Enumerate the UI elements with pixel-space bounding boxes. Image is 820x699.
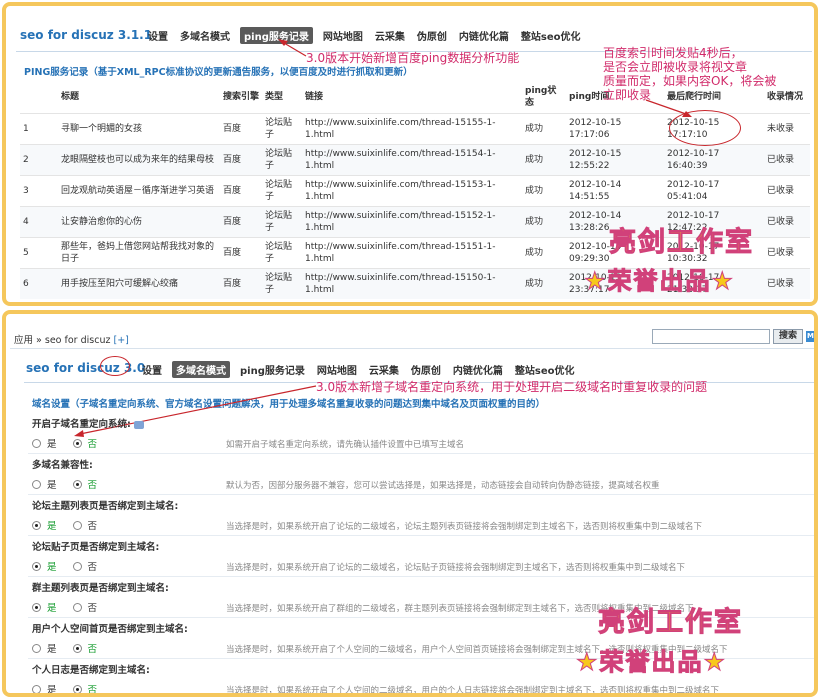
setting-label-text: 个人日志是否绑定到主域名:: [32, 665, 150, 676]
setting-label-text: 论坛贴子页是否绑定到主域名:: [32, 542, 160, 553]
radio-yes-label[interactable]: 是: [47, 436, 57, 450]
radio-yes-label[interactable]: 是: [47, 682, 57, 693]
crawl-time-highlight: [669, 110, 741, 146]
setting-description: 如需开启子域名重定向系统，请先确认插件设置中已填写主域名: [226, 440, 465, 450]
setting-label: 论坛主题列表页是否绑定到主域名:: [32, 498, 812, 512]
setting-label: 群主题列表页是否绑定到主域名:: [32, 580, 812, 594]
domain-settings-panel: 应用 » seo for discuz [+] 搜索 MA seo for di…: [2, 310, 818, 697]
radio-no[interactable]: [72, 561, 82, 571]
radio-no-label[interactable]: 否: [88, 559, 98, 573]
field-divider: [28, 576, 814, 577]
field-divider: [28, 453, 814, 454]
radio-yes-label[interactable]: 是: [47, 641, 57, 655]
radio-no-label[interactable]: 否: [88, 682, 98, 693]
screenshot-stage: seo for discuz 3.1.1 设置 多域名模式 ping服务记录 网站地图…: [0, 0, 820, 699]
radio-no-label[interactable]: 否: [88, 641, 98, 655]
radio-no[interactable]: [72, 684, 82, 693]
ping-records-panel: seo for discuz 3.1.1 设置 多域名模式 ping服务记录 网站地图…: [2, 2, 818, 306]
radio-yes[interactable]: [32, 602, 41, 612]
radio-no[interactable]: [72, 602, 82, 612]
radio-no-label[interactable]: 否: [88, 518, 98, 532]
radio-no[interactable]: [72, 438, 82, 448]
studio-stamp-line1: 亮剑工作室: [598, 607, 743, 639]
setting-label-text: 用户个人空间首页是否绑定到主域名:: [32, 624, 188, 635]
setting-label: 开启子域名重定向系统:: [32, 416, 812, 430]
field-divider: [28, 494, 814, 495]
radio-no[interactable]: [72, 479, 82, 489]
help-icon[interactable]: [133, 420, 144, 429]
setting-description: 当选择是时，如果系统开启了论坛的二级域名，论坛贴子页链接将会强制绑定到主域名下，…: [226, 563, 686, 573]
radio-yes[interactable]: [32, 684, 41, 693]
radio-yes[interactable]: [32, 438, 41, 448]
radio-no[interactable]: [72, 520, 82, 530]
radio-no-label[interactable]: 否: [88, 477, 98, 491]
radio-yes[interactable]: [32, 479, 41, 489]
setting-label-text: 开启子域名重定向系统:: [32, 419, 131, 430]
setting-label: 多域名兼容性:: [32, 457, 812, 471]
field-divider: [28, 535, 814, 536]
setting-description: 当选择是时，如果系统开启了论坛的二级域名，论坛主题列表页链接将会强制绑定到主域名…: [226, 522, 703, 532]
radio-yes-label[interactable]: 是: [47, 600, 57, 614]
studio-stamp-line2: ★荣誉出品★: [575, 648, 728, 677]
radio-yes-label[interactable]: 是: [47, 559, 57, 573]
setting-label: 论坛贴子页是否绑定到主域名:: [32, 539, 812, 553]
radio-no[interactable]: [72, 643, 82, 653]
radio-yes-label[interactable]: 是: [47, 518, 57, 532]
radio-yes-label[interactable]: 是: [47, 477, 57, 491]
setting-label-text: 群主题列表页是否绑定到主域名:: [32, 583, 169, 594]
setting-label-text: 论坛主题列表页是否绑定到主域名:: [32, 501, 179, 512]
setting-description: 当选择是时，如果系统开启了个人空间的二级域名，用户的个人日志链接将会强制绑定到主…: [226, 686, 720, 696]
setting-description: 默认为否，因部分服务器不兼容，您可以尝试选择是，如果选择是，动态链接会自动转向伪…: [226, 481, 660, 491]
radio-no-label[interactable]: 否: [88, 600, 98, 614]
radio-yes[interactable]: [32, 643, 41, 653]
setting-label-text: 多域名兼容性:: [32, 460, 93, 471]
studio-stamp-line1: 亮剑工作室: [609, 227, 754, 259]
radio-yes[interactable]: [32, 520, 41, 530]
studio-stamp-line2: ★荣誉出品★: [583, 267, 736, 296]
radio-no-label[interactable]: 否: [88, 436, 98, 450]
radio-yes[interactable]: [32, 561, 41, 571]
